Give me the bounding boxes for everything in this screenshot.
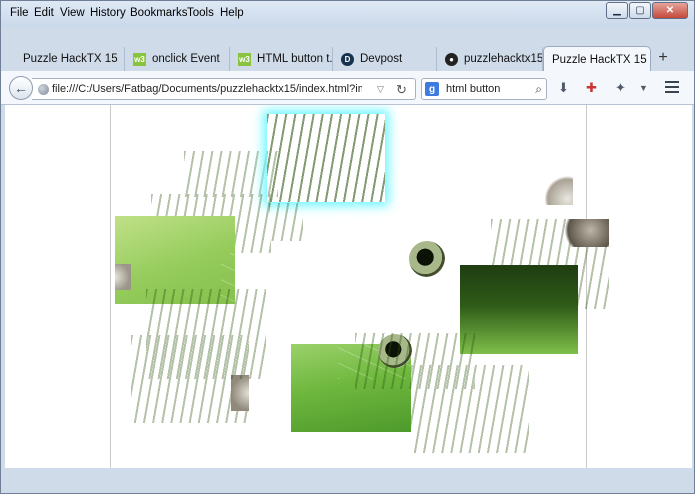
reload-icon[interactable]: ↻: [396, 82, 407, 98]
page-content: [5, 105, 692, 468]
devpost-icon: D: [341, 52, 354, 66]
menu-view[interactable]: View: [60, 7, 85, 19]
tab-label: HTML button t...: [257, 53, 333, 65]
status-bar: [1, 468, 694, 493]
cat-eye-icon: [409, 241, 445, 277]
menu-bar: File Edit View History Bookmarks Tools H…: [1, 1, 694, 27]
window-controls: ▁ ▢ ✕: [605, 2, 688, 20]
menu-bookmarks[interactable]: Bookmarks: [130, 7, 188, 19]
close-window-button[interactable]: ✕: [652, 2, 688, 19]
tab-label: puzzlehacktx15...: [464, 53, 543, 65]
tab-github[interactable]: ● puzzlehacktx15...: [437, 47, 543, 71]
puzzle-tile[interactable]: [411, 365, 529, 453]
extension-icon[interactable]: ✦: [615, 80, 626, 96]
tab-label: Devpost: [360, 53, 403, 65]
back-button[interactable]: ←: [9, 76, 33, 100]
puzzle-tile[interactable]: [455, 116, 573, 205]
puzzle-tile[interactable]: [269, 203, 303, 241]
tab-label: onclick Event: [152, 53, 220, 65]
minimize-button[interactable]: ▁: [606, 2, 628, 19]
close-icon: ✕: [665, 5, 675, 16]
puzzle-tile[interactable]: [146, 289, 266, 379]
puzzle-tile[interactable]: [267, 114, 385, 202]
menu-history[interactable]: History: [90, 7, 126, 19]
tab-strip: Puzzle HackTX 15 w3 onclick Event w3 HTM…: [1, 46, 694, 72]
maximize-button[interactable]: ▢: [629, 2, 651, 19]
w3schools-icon: w3: [133, 52, 146, 66]
url-dropdown-icon[interactable]: ▽: [377, 84, 384, 95]
search-bar[interactable]: g html button ⌕: [421, 78, 547, 100]
puzzle-tile[interactable]: [184, 151, 278, 197]
globe-icon: [38, 84, 49, 95]
menu-tools[interactable]: Tools: [187, 7, 214, 19]
menu-file[interactable]: File: [10, 7, 29, 19]
tab-onclick-event[interactable]: w3 onclick Event: [125, 47, 230, 71]
url-bar[interactable]: file:///C:/Users/Fatbag/Documents/puzzle…: [32, 78, 416, 100]
google-search-icon[interactable]: g: [425, 82, 439, 96]
navigation-bar: file:///C:/Users/Fatbag/Documents/puzzle…: [1, 71, 694, 105]
download-icon[interactable]: ⬇: [558, 80, 569, 96]
search-input[interactable]: html button: [446, 83, 500, 95]
addon-icon[interactable]: ✚: [586, 80, 597, 96]
w3schools-icon: w3: [238, 52, 251, 66]
minimize-icon: ▁: [613, 5, 621, 16]
search-icon[interactable]: ⌕: [535, 82, 542, 97]
menu-edit[interactable]: Edit: [34, 7, 54, 19]
chevron-down-icon[interactable]: ▼: [639, 83, 648, 93]
browser-window: File Edit View History Bookmarks Tools H…: [0, 0, 695, 494]
puzzle-tile[interactable]: [460, 265, 578, 354]
tab-puzzle-hacktx-active[interactable]: Puzzle HackTX 15 ×: [543, 46, 651, 72]
tab-label: Puzzle HackTX 15: [23, 53, 118, 65]
tab-label: Puzzle HackTX 15: [552, 53, 647, 66]
tab-html-button[interactable]: w3 HTML button t...: [230, 47, 333, 71]
url-text[interactable]: file:///C:/Users/Fatbag/Documents/puzzle…: [52, 83, 362, 95]
tab-devpost[interactable]: D Devpost: [333, 47, 437, 71]
puzzle-tile[interactable]: [339, 201, 459, 290]
tab-puzzle-hacktx-1[interactable]: Puzzle HackTX 15: [15, 47, 125, 71]
maximize-icon: ▢: [635, 5, 645, 16]
github-icon: ●: [445, 52, 458, 66]
back-arrow-icon: ←: [14, 80, 28, 96]
menu-help[interactable]: Help: [220, 7, 244, 19]
menu-hamburger-icon[interactable]: [665, 81, 679, 96]
new-tab-button[interactable]: +: [653, 49, 673, 67]
